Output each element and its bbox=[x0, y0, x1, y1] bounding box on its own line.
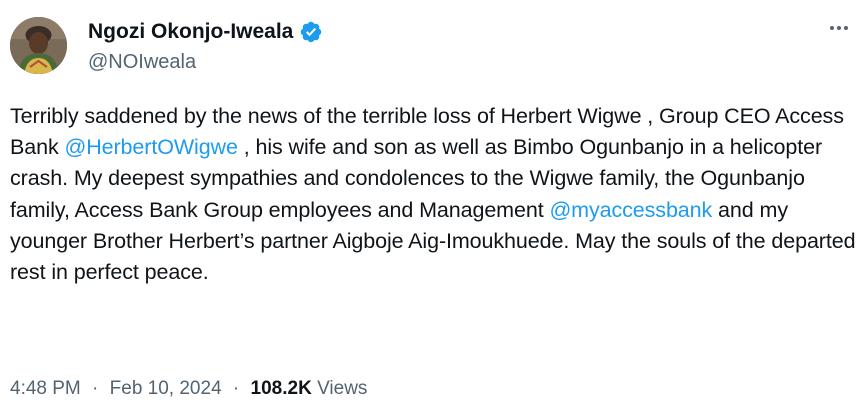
views-count[interactable]: 108.2K bbox=[251, 378, 312, 399]
verified-badge-icon[interactable] bbox=[299, 20, 323, 44]
mention-link[interactable]: @myaccessbank bbox=[549, 198, 712, 222]
tweet-card: Ngozi Okonjo-Iweala @NOIweala Terribly s… bbox=[0, 0, 867, 406]
author-handle[interactable]: @NOIweala bbox=[88, 50, 196, 74]
author-display-name[interactable]: Ngozi Okonjo-Iweala bbox=[88, 19, 293, 45]
more-horizontal-icon[interactable] bbox=[823, 16, 855, 40]
tweet-date[interactable]: Feb 10, 2024 bbox=[110, 378, 222, 399]
mention-link[interactable]: @HerbertOWigwe bbox=[64, 135, 237, 159]
views-label: Views bbox=[317, 378, 368, 399]
avatar[interactable] bbox=[10, 17, 67, 74]
author-name-row: Ngozi Okonjo-Iweala bbox=[88, 19, 323, 45]
meta-separator: · bbox=[232, 378, 240, 399]
tweet-text: Terribly saddened by the news of the ter… bbox=[10, 101, 862, 288]
tweet-time[interactable]: 4:48 PM bbox=[10, 378, 81, 399]
meta-separator: · bbox=[92, 378, 99, 399]
tweet-meta: 4:48 PM · Feb 10, 2024 · 108.2K Views bbox=[10, 377, 367, 401]
